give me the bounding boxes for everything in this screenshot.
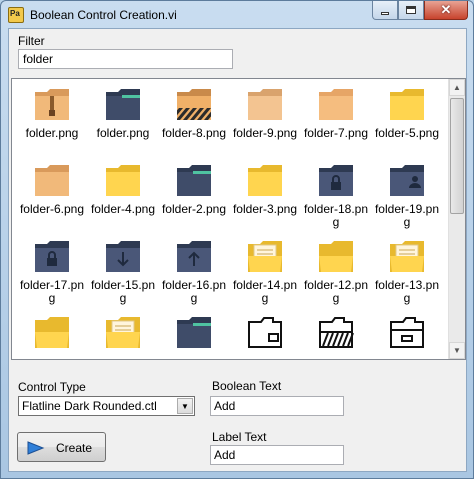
boolean-text-label: Boolean Text — [212, 379, 282, 393]
folder-light-tan-icon — [248, 89, 282, 120]
folder-yellow-icon — [248, 165, 282, 196]
icon-tile-label: folder-16.png — [161, 278, 227, 305]
icon-tile-label: folder-12.png — [303, 278, 369, 305]
caption-buttons: ✕ — [372, 1, 468, 20]
icon-tile[interactable]: folder-19.png — [372, 159, 442, 235]
maximize-icon — [406, 6, 416, 14]
icon-tile-label: folder-14.png — [232, 278, 298, 305]
create-button-label: Create — [56, 441, 93, 455]
filter-input[interactable] — [18, 49, 233, 69]
icon-tile-label: folder-6.png — [19, 202, 85, 216]
folder-documents-icon — [248, 241, 282, 272]
icon-tile-label: folder-13.png — [374, 278, 440, 305]
app-window: Boolean Control Creation.vi ✕ Filter fol… — [0, 0, 474, 479]
folder-outline-icon — [248, 317, 282, 348]
folder-lock-icon — [319, 165, 353, 196]
folder-upload-icon — [177, 241, 211, 272]
icon-tile[interactable]: folder-7.png — [301, 83, 371, 159]
icon-tile[interactable] — [372, 311, 442, 359]
vertical-scrollbar[interactable]: ▲ ▼ — [448, 79, 465, 359]
icon-tile-label: folder-19.png — [374, 202, 440, 229]
minimize-icon — [381, 11, 389, 15]
folder-peach-icon — [319, 89, 353, 120]
minimize-button[interactable] — [372, 1, 398, 20]
icon-tile[interactable] — [230, 311, 300, 359]
icon-tile[interactable]: folder-15.png — [88, 235, 158, 311]
folder-yellow-icon — [390, 89, 424, 120]
icon-tile[interactable]: folder-17.png — [17, 235, 87, 311]
icon-tile[interactable]: folder-2.png — [159, 159, 229, 235]
icon-tile[interactable]: folder-3.png — [230, 159, 300, 235]
icon-tile[interactable]: folder-4.png — [88, 159, 158, 235]
folder-yellow-icon — [106, 165, 140, 196]
icon-tile[interactable]: folder-16.png — [159, 235, 229, 311]
icon-tile-label: folder-2.png — [161, 202, 227, 216]
close-button[interactable]: ✕ — [424, 1, 468, 20]
folder-outline-striped-icon — [319, 317, 354, 348]
icon-tile[interactable] — [17, 311, 87, 359]
icon-grid: folder.png folder.png folder-8.png folder-9… — [12, 79, 452, 359]
icon-tile-label: folder-8.png — [161, 126, 227, 140]
folder-dark-icon — [106, 89, 140, 120]
window-title: Boolean Control Creation.vi — [30, 8, 177, 22]
icon-tile[interactable] — [88, 311, 158, 359]
icon-tile[interactable]: folder-9.png — [230, 83, 300, 159]
folder-outline-drawer-icon — [390, 317, 424, 348]
icon-tile[interactable]: folder-13.png — [372, 235, 442, 311]
folder-lock-icon — [35, 241, 69, 272]
icon-tile[interactable]: folder.png — [17, 83, 87, 159]
folder-open-icon — [35, 317, 69, 348]
label-text-input[interactable]: Add — [210, 445, 344, 465]
icon-tile-label: folder-7.png — [303, 126, 369, 140]
folder-documents-icon — [106, 317, 140, 348]
scroll-up-button[interactable]: ▲ — [449, 79, 465, 96]
icon-tile-label: folder-18.png — [303, 202, 369, 229]
icon-tile[interactable]: folder-5.png — [372, 83, 442, 159]
icon-tile-label: folder-5.png — [374, 126, 440, 140]
scroll-down-button[interactable]: ▼ — [449, 342, 465, 359]
icon-tile-label: folder-17.png — [19, 278, 85, 305]
icon-tile-label: folder.png — [96, 126, 150, 140]
folder-download-icon — [106, 241, 140, 272]
control-type-select[interactable]: Flatline Dark Rounded.ctl ▼ — [18, 396, 195, 416]
folder-tan-icon — [35, 165, 69, 196]
icon-grid-panel: folder.png folder.png folder-8.png folder-9… — [11, 78, 466, 360]
icon-tile[interactable] — [301, 311, 371, 359]
icon-tile[interactable]: folder.png — [88, 83, 158, 159]
label-text-label: Label Text — [212, 430, 267, 444]
icon-tile[interactable]: folder-8.png — [159, 83, 229, 159]
folder-open-icon — [319, 241, 353, 272]
folder-zip-icon — [35, 89, 69, 120]
chevron-down-icon[interactable]: ▼ — [177, 398, 193, 414]
maximize-button[interactable] — [398, 1, 424, 20]
dialog-body: Filter folder.pngfolder.pngfolder-8.pngf… — [8, 28, 467, 472]
control-type-label: Control Type — [18, 380, 86, 394]
folder-caution-icon — [177, 89, 211, 120]
folder-dark-icon — [177, 165, 211, 196]
boolean-text-input[interactable]: Add — [210, 396, 344, 416]
icon-tile-label: folder.png — [25, 126, 79, 140]
icon-tile[interactable] — [159, 311, 229, 359]
folder-dark-icon — [177, 317, 211, 348]
control-type-value: Flatline Dark Rounded.ctl — [22, 399, 157, 413]
icon-tile-label: folder-9.png — [232, 126, 298, 140]
icon-tile-label: folder-4.png — [90, 202, 156, 216]
close-icon: ✕ — [440, 2, 452, 17]
filter-label: Filter — [18, 34, 45, 48]
icon-tile[interactable]: folder-6.png — [17, 159, 87, 235]
icon-tile[interactable]: folder-18.png — [301, 159, 371, 235]
folder-person-icon — [390, 165, 424, 196]
play-icon — [27, 441, 45, 455]
icon-tile[interactable]: folder-12.png — [301, 235, 371, 311]
folder-documents-icon — [390, 241, 424, 272]
title-bar[interactable]: Boolean Control Creation.vi ✕ — [1, 1, 473, 28]
scroll-thumb[interactable] — [450, 98, 464, 214]
icon-tile[interactable]: folder-14.png — [230, 235, 300, 311]
icon-tile-label: folder-3.png — [232, 202, 298, 216]
create-button[interactable]: Create — [17, 432, 106, 462]
labview-app-icon — [8, 7, 24, 23]
icon-tile-label: folder-15.png — [90, 278, 156, 305]
